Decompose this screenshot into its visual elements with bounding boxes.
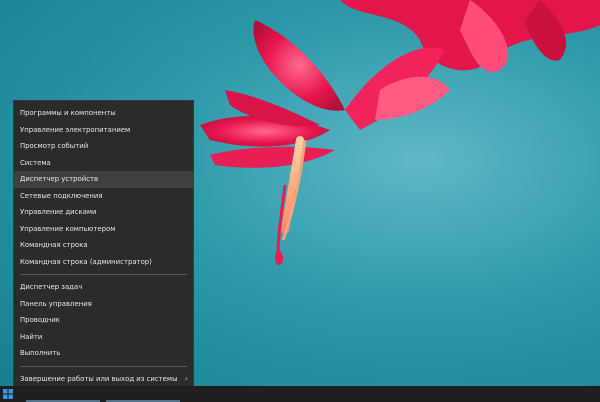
menu-separator — [20, 274, 187, 275]
menu-item-label: Завершение работы или выход из системы — [20, 374, 178, 383]
windows-logo-icon — [3, 389, 13, 399]
menu-item-label: Выполнить — [20, 349, 61, 357]
desktop: Программы и компоненты Управление электро… — [0, 0, 600, 402]
menu-item-label: Командная строка (администратор) — [20, 257, 152, 266]
menu-item-group1-8[interactable]: Командная строка — [14, 237, 193, 254]
menu-item-label: Диспетчер устройств — [20, 175, 99, 183]
menu-item-group2-4[interactable]: Выполнить — [14, 345, 193, 362]
menu-group-apps: Диспетчер задач Панель управления Проводни… — [14, 279, 193, 362]
menu-group-system-tools: Программы и компоненты Управление электро… — [14, 105, 193, 270]
menu-item-group1-5[interactable]: Сетевые подключения — [14, 188, 193, 205]
menu-item-group2-2[interactable]: Проводник — [14, 312, 193, 329]
menu-item-group1-2[interactable]: Просмотр событий — [14, 138, 193, 155]
menu-item-label: Система — [20, 158, 51, 167]
menu-item-group1-1[interactable]: Управление электропитанием — [14, 122, 193, 139]
menu-item-label: Сетевые подключения — [20, 191, 103, 200]
menu-item-group2-0[interactable]: Диспетчер задач — [14, 279, 193, 296]
menu-item-label: Панель управления — [20, 299, 92, 308]
chevron-right-icon: › — [184, 373, 188, 383]
menu-item-label: Просмотр событий — [20, 142, 89, 150]
menu-item-group1-9[interactable]: Командная строка (администратор) — [14, 254, 193, 271]
menu-item-label: Командная строка — [20, 241, 88, 249]
start-button[interactable] — [0, 386, 16, 402]
menu-item-group2-3[interactable]: Найти — [14, 329, 193, 346]
menu-item-label: Управление дисками — [20, 208, 97, 216]
start-context-menu: Программы и компоненты Управление электро… — [13, 100, 194, 399]
menu-item-group1-4[interactable]: Диспетчер устройств — [14, 171, 193, 188]
menu-item-label: Диспетчер задач — [20, 283, 83, 291]
menu-item-group1-7[interactable]: Управление компьютером — [14, 221, 193, 238]
menu-item-group1-3[interactable]: Система — [14, 155, 193, 172]
menu-item-group2-1[interactable]: Панель управления — [14, 296, 193, 313]
menu-item-group1-0[interactable]: Программы и компоненты — [14, 105, 193, 122]
menu-item-label: Найти — [20, 332, 43, 341]
taskbar — [0, 386, 600, 402]
menu-item-group1-6[interactable]: Управление дисками — [14, 204, 193, 221]
menu-item-label: Программы и компоненты — [20, 109, 116, 117]
menu-item-label: Управление компьютером — [20, 224, 116, 233]
menu-item-label: Проводник — [20, 316, 60, 324]
menu-item-label: Управление электропитанием — [20, 125, 131, 134]
menu-item-group3-0[interactable]: Завершение работы или выход из системы › — [14, 371, 193, 388]
menu-separator — [20, 365, 187, 367]
